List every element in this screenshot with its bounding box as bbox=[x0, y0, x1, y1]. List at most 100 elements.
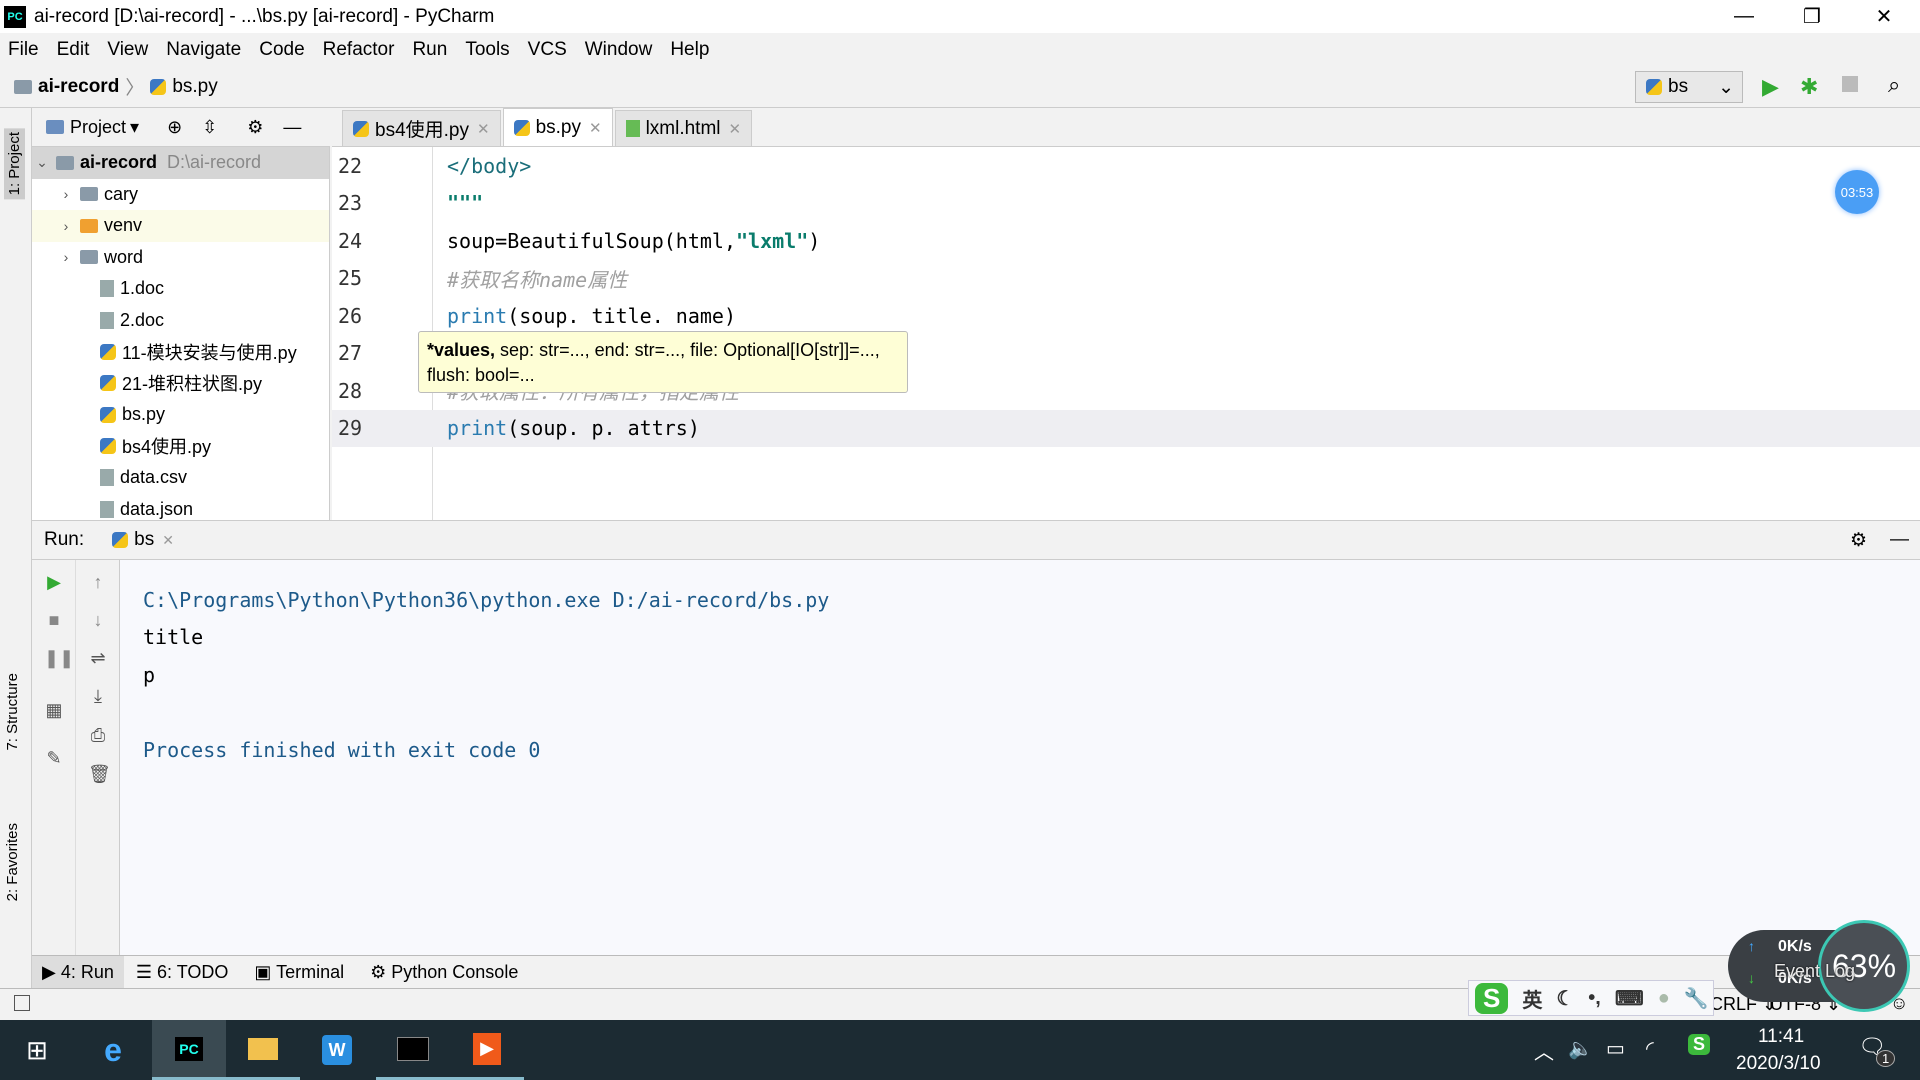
soft-wrap-icon[interactable]: ⇌ bbox=[88, 648, 108, 668]
tab-lxml[interactable]: lxml.html ✕ bbox=[614, 110, 753, 146]
python-file-icon bbox=[100, 438, 116, 455]
menu-code[interactable]: Code bbox=[259, 39, 304, 61]
layout-icon[interactable]: ▦ bbox=[44, 700, 64, 720]
trash-icon[interactable]: 🗑 bbox=[88, 764, 111, 784]
pin-icon[interactable]: ✎ bbox=[44, 748, 64, 768]
project-view-select[interactable]: Project bbox=[70, 117, 126, 138]
menu-navigate[interactable]: Navigate bbox=[166, 39, 241, 61]
show-hidden-icons[interactable]: ︿ bbox=[1534, 1036, 1554, 1065]
line-number: 22 bbox=[338, 153, 363, 178]
favorites-tool-tab[interactable]: 2: Favorites bbox=[4, 823, 21, 901]
hide-icon[interactable]: — bbox=[1890, 529, 1909, 551]
rerun-icon[interactable]: ▶ bbox=[44, 572, 64, 592]
collapse-all-icon[interactable]: ⇳ bbox=[202, 117, 217, 138]
tree-item-cary[interactable]: › cary bbox=[32, 179, 329, 211]
menu-run[interactable]: Run bbox=[412, 39, 447, 61]
python-file-icon bbox=[100, 375, 116, 392]
scroll-to-end-icon[interactable]: ⤓ bbox=[88, 686, 108, 706]
windows-start-icon[interactable]: ⊞ bbox=[0, 1020, 74, 1080]
project-tool-tab[interactable]: 1: Project bbox=[4, 128, 25, 200]
tab-bs4[interactable]: bs4使用.py ✕ bbox=[342, 110, 501, 146]
structure-tool-tab[interactable]: 7: Structure bbox=[4, 673, 21, 751]
tab-terminal[interactable]: ▣ Terminal bbox=[254, 962, 344, 983]
run-config-select[interactable]: bs ⌄ bbox=[1635, 71, 1743, 103]
run-console[interactable]: C:\Programs\Python\Python36\python.exe D… bbox=[120, 560, 1920, 955]
tree-item-file[interactable]: 2.doc bbox=[32, 305, 329, 337]
menu-window[interactable]: Window bbox=[585, 39, 653, 61]
ime-language[interactable]: 英 bbox=[1522, 984, 1542, 1013]
tab-python-console[interactable]: ⚙ Python Console bbox=[370, 962, 518, 983]
tree-item-file[interactable]: bs.py bbox=[32, 399, 329, 431]
menu-help[interactable]: Help bbox=[670, 39, 709, 61]
tab-bs[interactable]: bs.py ✕ bbox=[502, 108, 613, 146]
battery-icon[interactable]: ▭ bbox=[1606, 1036, 1625, 1061]
tab-label: Python Console bbox=[391, 961, 519, 982]
menu-edit[interactable]: Edit bbox=[57, 39, 90, 61]
upload-speed: 0K/s bbox=[1778, 938, 1812, 955]
event-log[interactable]: Event Log bbox=[1774, 961, 1855, 982]
clock-time[interactable]: 11:41 bbox=[1758, 1026, 1804, 1048]
toggle-tool-windows-icon[interactable] bbox=[14, 995, 30, 1011]
clock-date[interactable]: 2020/3/10 bbox=[1736, 1053, 1821, 1075]
console-line: Process finished with exit code 0 bbox=[143, 737, 541, 762]
tree-item-word[interactable]: › word bbox=[32, 242, 329, 274]
menu-view[interactable]: View bbox=[107, 39, 148, 61]
tab-label: 6: TODO bbox=[157, 961, 229, 982]
menu-vcs[interactable]: VCS bbox=[528, 39, 567, 61]
tab-run[interactable]: ▶ 4: Run bbox=[32, 955, 124, 989]
wrench-icon[interactable]: 🔧 bbox=[1684, 986, 1709, 1011]
debug-bug-icon[interactable]: ✱ bbox=[1800, 74, 1818, 100]
keyboard-icon[interactable]: ⌨ bbox=[1615, 986, 1644, 1011]
menu-tools[interactable]: Tools bbox=[465, 39, 509, 61]
terminal-icon[interactable] bbox=[376, 1020, 450, 1080]
punctuation-icon[interactable]: •, bbox=[1588, 987, 1601, 1010]
wifi-icon[interactable]: ◜ bbox=[1646, 1036, 1654, 1061]
gear-icon[interactable]: ⚙ bbox=[247, 117, 263, 138]
edge-icon[interactable]: e bbox=[76, 1020, 150, 1080]
tree-item-file[interactable]: data.csv bbox=[32, 462, 329, 494]
sogou-logo-icon[interactable]: S bbox=[1475, 982, 1509, 1014]
run-icon[interactable]: ▶ bbox=[1762, 74, 1779, 100]
locate-icon[interactable]: ⊕ bbox=[167, 117, 182, 138]
stop-icon[interactable] bbox=[1842, 76, 1858, 92]
pycharm-taskbar-icon[interactable]: PC bbox=[152, 1020, 226, 1080]
close-tab-icon[interactable]: ✕ bbox=[729, 120, 742, 138]
file-explorer-icon[interactable] bbox=[226, 1020, 300, 1080]
tree-item-file[interactable]: 11-模块安装与使用.py bbox=[32, 336, 329, 368]
menu-refactor[interactable]: Refactor bbox=[323, 39, 395, 61]
restore-button[interactable]: ❐ bbox=[1778, 0, 1846, 33]
code-text: """ bbox=[447, 191, 484, 216]
tree-root[interactable]: ⌄ ai-record D:\ai-record bbox=[32, 147, 329, 179]
tree-item-file[interactable]: 1.doc bbox=[32, 273, 329, 305]
print-icon[interactable]: ⎙ bbox=[88, 725, 108, 745]
tab-label: Terminal bbox=[276, 961, 345, 982]
menu-file[interactable]: File bbox=[8, 39, 39, 61]
tree-item-venv[interactable]: › venv bbox=[32, 210, 329, 242]
writer-icon[interactable]: W bbox=[300, 1020, 374, 1080]
dropdown-arrow-icon[interactable]: ▾ bbox=[130, 117, 139, 138]
tab-todo[interactable]: ☰ 6: TODO bbox=[136, 962, 229, 983]
close-tab-icon[interactable]: ✕ bbox=[589, 119, 602, 137]
user-icon[interactable]: ● bbox=[1658, 987, 1670, 1010]
tree-item-file[interactable]: data.json bbox=[32, 494, 329, 521]
media-player-icon[interactable]: ▶ bbox=[450, 1020, 524, 1080]
down-arrow-icon[interactable]: ↓ bbox=[88, 610, 108, 630]
search-icon[interactable]: ⌕ bbox=[1888, 72, 1900, 98]
sogou-tray-icon[interactable]: S bbox=[1688, 1034, 1711, 1055]
close-tab-icon[interactable]: ✕ bbox=[477, 120, 490, 138]
run-tab-bs[interactable]: bs bbox=[134, 529, 154, 551]
close-run-tab-icon[interactable]: ✕ bbox=[162, 532, 174, 549]
stop-icon[interactable]: ■ bbox=[44, 610, 64, 630]
minimize-button[interactable]: — bbox=[1710, 0, 1778, 33]
close-button[interactable]: ✕ bbox=[1850, 0, 1918, 33]
tree-item-file[interactable]: bs4使用.py bbox=[32, 431, 329, 463]
volume-icon[interactable]: 🔈 bbox=[1568, 1036, 1593, 1061]
gear-icon[interactable]: ⚙ bbox=[1850, 529, 1867, 552]
pause-icon[interactable]: ❚❚ bbox=[44, 648, 74, 668]
up-arrow-icon[interactable]: ↑ bbox=[88, 572, 108, 592]
breadcrumb-project[interactable]: ai-record bbox=[38, 76, 119, 98]
tree-item-file[interactable]: 21-堆积柱状图.py bbox=[32, 368, 329, 400]
moon-icon[interactable]: ☾ bbox=[1556, 986, 1574, 1011]
hide-icon[interactable]: — bbox=[283, 117, 301, 138]
breadcrumb-file[interactable]: bs.py bbox=[172, 76, 217, 98]
